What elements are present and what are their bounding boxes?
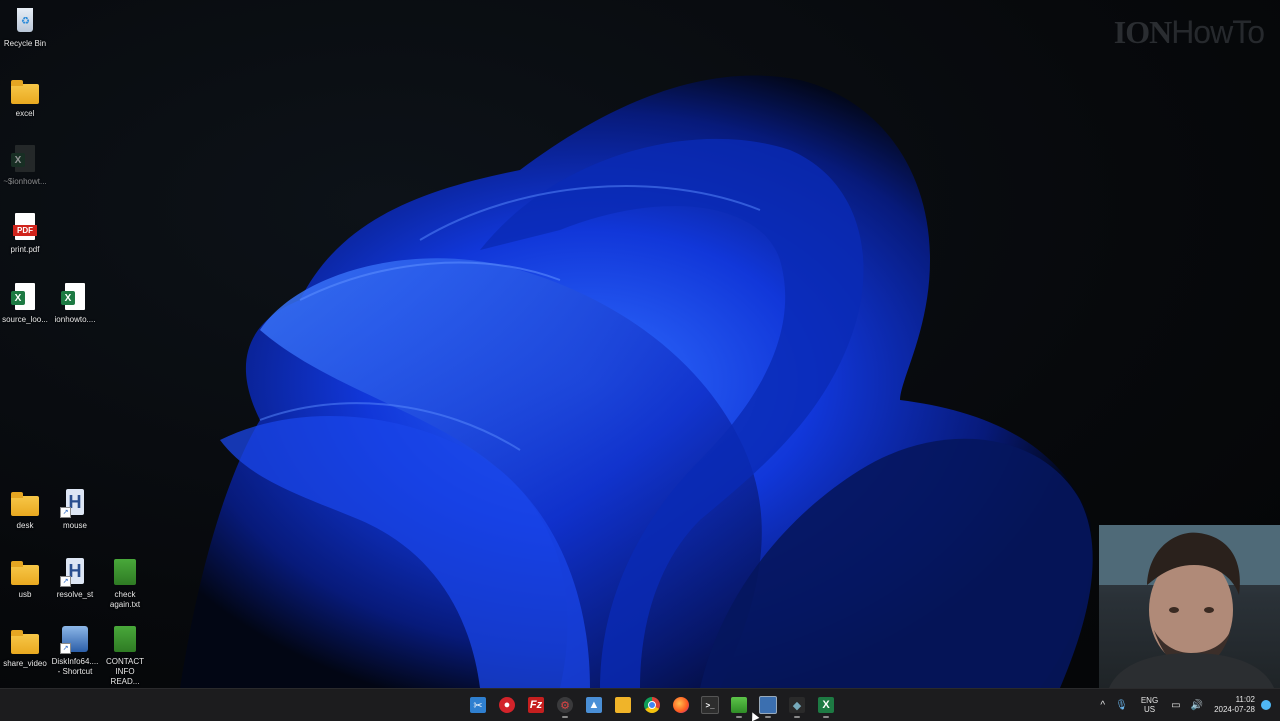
desktop-wallpaper: [0, 0, 1280, 688]
region-code: US: [1143, 705, 1156, 714]
start-icon: [442, 698, 457, 713]
firefox-icon: [673, 697, 689, 713]
clock-date: 2024-07-28: [1214, 705, 1255, 714]
taskbar-file-explorer[interactable]: [611, 692, 635, 718]
desktop-icon-label: ionhowto....: [54, 315, 96, 324]
desktop-icon-label: print.pdf: [10, 245, 40, 254]
diskinfo-icon: ↗: [60, 624, 90, 654]
taskbar-settings[interactable]: ⚙: [553, 692, 577, 718]
start-button[interactable]: [437, 692, 461, 718]
show-hidden-icons-chevron-icon[interactable]: ^: [1100, 700, 1105, 711]
volume-icon[interactable]: 🔊: [1191, 700, 1203, 711]
taskbar-excel[interactable]: X: [814, 692, 838, 718]
taskbar-app[interactable]: ◆: [785, 692, 809, 718]
desktop-icon-label: source_loo...: [2, 315, 48, 324]
usb-folder[interactable]: usb: [0, 557, 50, 600]
desktop-icon-label: mouse: [62, 521, 87, 530]
h-app-icon: H ↗: [60, 557, 90, 587]
share-video-folder[interactable]: share_video: [0, 626, 50, 669]
terminal-icon: >_: [701, 696, 719, 714]
desk-folder[interactable]: desk: [0, 488, 50, 531]
excel-file-icon: X: [10, 144, 40, 174]
temp-excel-file[interactable]: X ~$ionhowt...: [0, 144, 50, 187]
file-explorer-icon: [615, 697, 631, 713]
desktop-icon-label: ~$ionhowt...: [3, 177, 47, 186]
snipping-tool-icon: ✂: [470, 697, 486, 713]
ionhowto-watermark: IONHowTo: [1113, 14, 1265, 50]
taskbar-filezilla[interactable]: Fz: [524, 692, 548, 718]
bloom-wallpaper-art: [180, 75, 1093, 688]
excel-folder-shortcut[interactable]: excel: [0, 76, 50, 119]
pdf-file-icon: PDF: [10, 212, 40, 242]
desktop-icon-label: desk: [16, 521, 34, 530]
taskbar: ✂ ● Fz ⚙ ▲ >_ ◆ X ^ 🎙 ENG US ▭ 🔊 11:02 2…: [0, 688, 1280, 721]
desktop-icon-label: share_video: [3, 659, 47, 668]
source-loc-file[interactable]: X source_loo...: [0, 282, 50, 325]
taskbar-snipping-tool[interactable]: ✂: [466, 692, 490, 718]
desktop-icon-label: CONTACT INFO READ...: [105, 657, 145, 686]
taskbar-notepad[interactable]: [727, 692, 751, 718]
chrome-icon: [644, 697, 660, 713]
resolve-st-shortcut[interactable]: H ↗ resolve_st: [50, 557, 100, 600]
microphone-icon[interactable]: 🎙: [1115, 700, 1128, 711]
folder-icon: [10, 76, 40, 106]
print-pdf-file[interactable]: PDF print.pdf: [0, 212, 50, 255]
notepad-icon: [731, 697, 747, 713]
network-icon[interactable]: ▭: [1171, 700, 1180, 711]
excel-icon: X: [818, 697, 834, 713]
folder-icon: [10, 488, 40, 518]
recycle-bin-shortcut[interactable]: ♻ Recycle Bin: [0, 6, 50, 49]
text-file-icon: [110, 557, 140, 587]
excel-file-icon: X: [60, 282, 90, 312]
text-file-icon: [110, 624, 140, 654]
taskbar-chrome[interactable]: [640, 692, 664, 718]
taskbar-firefox[interactable]: [669, 692, 693, 718]
desktop-icon-label: check again.txt: [109, 590, 141, 609]
diskinfo-shortcut[interactable]: ↗ DiskInfo64.... - Shortcut: [50, 624, 100, 677]
settings-gear-icon: ⚙: [557, 697, 573, 713]
ionhowto-excel-file[interactable]: X ionhowto....: [50, 282, 100, 325]
language-indicator[interactable]: ENG US: [1141, 696, 1158, 714]
app-icon: ◆: [789, 697, 805, 713]
excel-file-icon: X: [10, 282, 40, 312]
taskbar-photos[interactable]: ▲: [582, 692, 606, 718]
desktop-icon-label: Recycle Bin: [3, 39, 47, 48]
filezilla-icon: Fz: [528, 697, 544, 713]
notification-bell-icon[interactable]: [1261, 700, 1271, 710]
clock[interactable]: 11:02 2024-07-28: [1214, 695, 1255, 715]
check-again-txt[interactable]: check again.txt: [100, 557, 150, 610]
desktop-icon-label: excel: [15, 109, 35, 118]
record-icon: ●: [499, 697, 515, 713]
webcam-overlay: [1099, 525, 1280, 688]
taskbar-pinned-apps: ✂ ● Fz ⚙ ▲ >_ ◆ X: [437, 692, 838, 718]
remote-desktop-icon: [759, 696, 777, 714]
clock-time: 11:02: [1235, 695, 1255, 704]
desktop-icon-label: usb: [18, 590, 32, 599]
desktop-icon-label: resolve_st: [56, 590, 94, 599]
system-tray: ^ 🎙 ENG US ▭ 🔊 11:02 2024-07-28: [1095, 689, 1280, 721]
contact-info-file[interactable]: CONTACT INFO READ...: [100, 624, 150, 687]
language-code: ENG: [1140, 696, 1159, 705]
folder-icon: [10, 557, 40, 587]
photos-icon: ▲: [586, 697, 602, 713]
folder-icon: [10, 626, 40, 656]
taskbar-terminal[interactable]: >_: [698, 692, 722, 718]
taskbar-record[interactable]: ●: [495, 692, 519, 718]
recycle-bin-icon: ♻: [10, 6, 40, 36]
presenter-silhouette: [1099, 525, 1280, 688]
taskbar-remote-desktop[interactable]: [756, 692, 780, 718]
mouse-shortcut[interactable]: H ↗ mouse: [50, 488, 100, 531]
h-app-icon: H ↗: [60, 488, 90, 518]
desktop-icon-label: DiskInfo64.... - Shortcut: [51, 657, 99, 676]
